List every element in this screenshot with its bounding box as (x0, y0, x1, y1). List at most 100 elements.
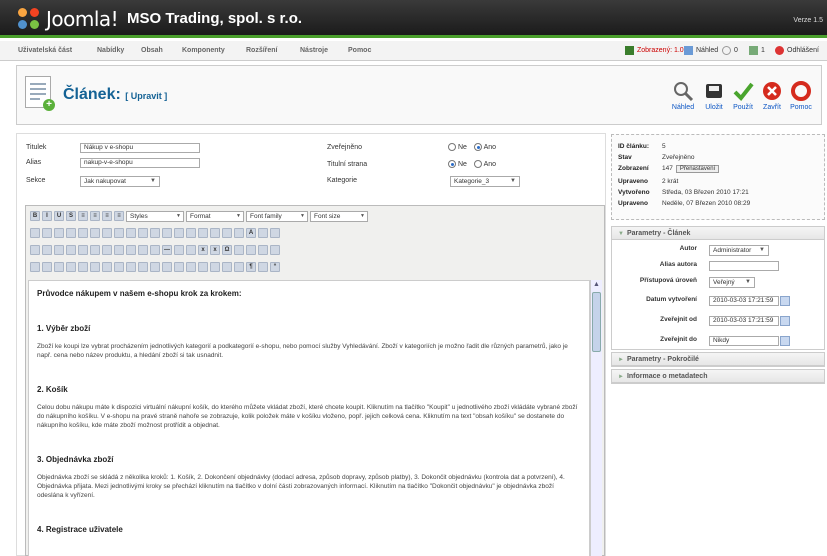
redo-icon[interactable] (114, 228, 124, 238)
indent-icon[interactable] (90, 228, 100, 238)
menu-item-content[interactable]: Obsah (141, 47, 163, 54)
numbered-list-icon[interactable] (66, 228, 76, 238)
font-family-select[interactable]: Font family (246, 210, 308, 222)
insert-layer-icon[interactable] (102, 262, 112, 272)
remove-format-icon[interactable] (174, 245, 184, 255)
fullscreen-icon[interactable] (270, 228, 280, 238)
unlink-icon[interactable] (138, 228, 148, 238)
calendar-icon[interactable] (780, 316, 790, 326)
align-right-icon[interactable]: ≡ (102, 211, 112, 221)
split-cells-icon[interactable] (138, 245, 148, 255)
status-shown[interactable]: Zobrazený: 1.0 (625, 46, 684, 55)
editor-content[interactable]: Průvodce nákupem v našem e-shopu krok za… (28, 280, 590, 556)
row-props-icon[interactable] (42, 245, 52, 255)
insert-row-before-icon[interactable] (66, 245, 76, 255)
date-icon[interactable] (210, 228, 220, 238)
format-select[interactable]: Format (186, 210, 244, 222)
help-button[interactable]: Pomoc (787, 80, 815, 111)
frontpage-no-option[interactable]: Ne (448, 160, 467, 168)
access-select[interactable]: Veřejný (709, 277, 755, 288)
publish-up-input[interactable]: 2010-03-03 17:21:59 (709, 316, 779, 326)
alias-input[interactable]: nakup-v-e-shopu (80, 158, 200, 168)
help-icon[interactable] (186, 228, 196, 238)
image-icon[interactable] (162, 228, 172, 238)
bullet-list-icon[interactable] (54, 228, 64, 238)
show-blocks-icon[interactable]: ¶ (246, 262, 256, 272)
strikethrough-icon[interactable]: S (66, 211, 76, 221)
cut-icon[interactable] (30, 262, 40, 272)
special-char-icon[interactable]: Ω (222, 245, 232, 255)
logout-link[interactable]: Odhlášení (775, 46, 819, 55)
insert-row-after-icon[interactable] (78, 245, 88, 255)
preview-button[interactable]: Náhled (669, 80, 697, 111)
outdent-icon[interactable] (78, 228, 88, 238)
frontpage-yes-option[interactable]: Ano (474, 160, 496, 168)
hr-icon[interactable]: — (162, 245, 172, 255)
bold-icon[interactable]: B (30, 211, 40, 221)
absolute-icon[interactable] (138, 262, 148, 272)
publish-down-input[interactable]: Nikdy (709, 336, 779, 346)
cite-icon[interactable] (150, 262, 160, 272)
cleanup-icon[interactable] (174, 228, 184, 238)
apply-button[interactable]: Použít (729, 80, 757, 111)
published-yes-option[interactable]: Ano (474, 143, 496, 151)
delete-row-icon[interactable] (90, 245, 100, 255)
published-no-option[interactable]: Ne (448, 143, 467, 151)
pagebreak-icon[interactable] (258, 262, 268, 272)
cell-props-icon[interactable] (54, 245, 64, 255)
menu-item-menus[interactable]: Nabídky (97, 47, 124, 54)
superscript-icon[interactable]: x (210, 245, 220, 255)
calendar-icon[interactable] (780, 336, 790, 346)
published-no-radio[interactable] (448, 143, 456, 151)
paste-word-icon[interactable] (78, 262, 88, 272)
media-icon[interactable] (246, 245, 256, 255)
created-date-input[interactable]: 2010-03-03 17:21:59 (709, 296, 779, 306)
backcolor-icon[interactable] (258, 228, 268, 238)
rtl-icon[interactable] (270, 245, 280, 255)
link-icon[interactable] (126, 228, 136, 238)
status-messages[interactable]: 0 (722, 46, 738, 55)
status-preview[interactable]: Náhled (684, 46, 718, 55)
align-left-icon[interactable]: ≡ (78, 211, 88, 221)
copy-icon[interactable] (42, 262, 52, 272)
insert-col-after-icon[interactable] (114, 245, 124, 255)
align-justify-icon[interactable]: ≡ (114, 211, 124, 221)
merge-cells-icon[interactable] (150, 245, 160, 255)
paste-text-icon[interactable] (66, 262, 76, 272)
replace-icon[interactable] (42, 228, 52, 238)
frontpage-no-radio[interactable] (448, 160, 456, 168)
blockquote-icon[interactable]: “ (270, 262, 280, 272)
menu-item-components[interactable]: Komponenty (182, 47, 225, 54)
styles-select[interactable]: Styles (126, 210, 184, 222)
ltr-icon[interactable] (258, 245, 268, 255)
italic-icon[interactable]: I (42, 211, 52, 221)
status-users[interactable]: 1 (749, 46, 765, 55)
calendar-icon[interactable] (780, 296, 790, 306)
published-yes-radio[interactable] (474, 143, 482, 151)
title-input[interactable]: Nákup v e-shopu (80, 143, 200, 153)
move-forward-icon[interactable] (114, 262, 124, 272)
editor-scrollbar[interactable]: ▲ (590, 280, 602, 556)
close-button[interactable]: Zavřít (758, 80, 786, 111)
scrollbar-thumb[interactable] (592, 292, 601, 352)
save-button[interactable]: Uložit (700, 80, 728, 111)
abbr-icon[interactable] (162, 262, 172, 272)
frontpage-yes-radio[interactable] (474, 160, 482, 168)
ins-icon[interactable] (198, 262, 208, 272)
table-icon[interactable] (30, 245, 40, 255)
forecolor-icon[interactable]: A (246, 228, 256, 238)
author-alias-input[interactable] (709, 261, 779, 271)
emoticons-icon[interactable] (234, 245, 244, 255)
underline-icon[interactable]: U (54, 211, 64, 221)
anchor-icon[interactable] (150, 228, 160, 238)
font-size-select[interactable]: Font size (310, 210, 368, 222)
acronym-icon[interactable] (174, 262, 184, 272)
scroll-up-icon[interactable]: ▲ (593, 281, 600, 288)
delete-col-icon[interactable] (126, 245, 136, 255)
category-select[interactable]: Kategorie_3 (450, 176, 520, 187)
menu-item-site[interactable]: Uživatelská část (18, 47, 72, 54)
paste-icon[interactable] (54, 262, 64, 272)
reset-hits-button[interactable]: Přenastavení (675, 165, 720, 173)
time-icon[interactable] (222, 228, 232, 238)
metadata-header[interactable]: ► Informace o metadatech (612, 370, 824, 383)
